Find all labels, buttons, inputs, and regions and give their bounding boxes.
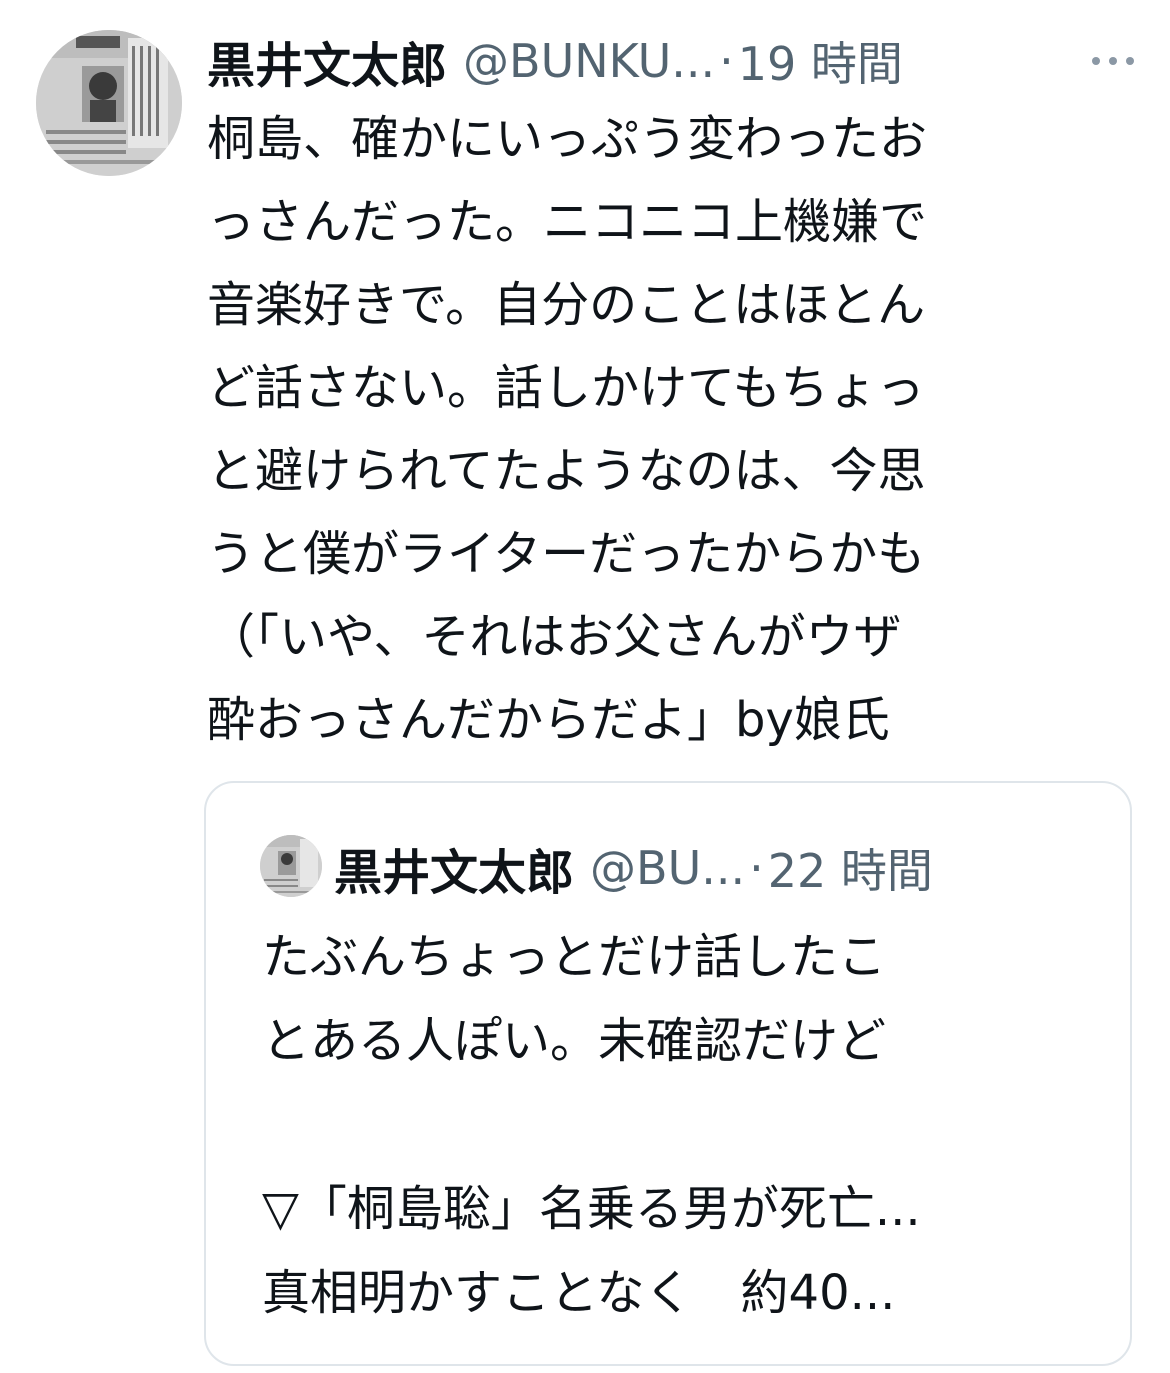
tweet-body: 桐島、確かにいっぷう変わったお っさんだった。ニコニコ上機嫌で 音楽好きで。自分… xyxy=(207,98,1097,762)
quoted-timestamp: 22 時間 xyxy=(767,844,933,898)
timestamp[interactable]: 19 時間 xyxy=(738,28,903,94)
tweet-line: うと僕がライターだったからかも xyxy=(207,526,926,582)
quoted-tweet-card[interactable]: 黒井文太郎 @BU... · 22 時間 たぶんちょっとだけ話したこ とある人ぽ… xyxy=(204,781,1132,1366)
dot xyxy=(1126,57,1134,65)
author-handle[interactable]: @BUNKU... xyxy=(463,34,715,88)
quoted-line: とある人ぽい。未確認だけど xyxy=(262,1013,887,1069)
quoted-tweet-header: 黒井文太郎 @BU... · 22 時間 xyxy=(334,835,933,901)
tweet-line: ど話さない。話しかけてもちょっ xyxy=(207,360,925,416)
separator-dot: · xyxy=(719,34,734,88)
author-avatar[interactable] xyxy=(36,30,182,176)
quoted-author-name: 黒井文太郎 xyxy=(334,845,575,901)
more-dots-icon[interactable] xyxy=(1092,46,1134,76)
tweet-line: （「いや、それはお父さんがウザ xyxy=(207,609,902,665)
quoted-line: 真相明かすことなく 約40... xyxy=(262,1265,896,1321)
avatar-image xyxy=(36,30,182,176)
dot xyxy=(1092,57,1100,65)
quoted-author-avatar xyxy=(260,835,322,897)
quoted-tweet-body: たぶんちょっとだけ話したこ とある人ぽい。未確認だけど ▽「桐島聡」名乗る男が死… xyxy=(262,915,1092,1335)
quoted-line: ▽「桐島聡」名乗る男が死亡... xyxy=(262,1181,921,1237)
author-name[interactable]: 黒井文太郎 xyxy=(207,26,447,96)
quoted-avatar-image xyxy=(260,835,322,897)
quoted-author-handle: @BU... xyxy=(590,841,746,895)
tweet-line: 音楽好きで。自分のことはほとん xyxy=(207,277,926,333)
tweet-line: と避けられてたようなのは、今思 xyxy=(207,443,926,499)
quoted-line: たぶんちょっとだけ話したこ xyxy=(262,929,887,985)
quoted-blank-line xyxy=(262,1083,1092,1167)
quoted-separator-dot: · xyxy=(749,841,764,895)
dot xyxy=(1109,57,1117,65)
tweet-line: っさんだった。ニコニコ上機嫌で xyxy=(207,194,928,250)
tweet-line: 酔おっさんだからだよ」by娘氏 xyxy=(207,692,890,748)
tweet-line: 桐島、確かにいっぷう変わったお xyxy=(207,111,928,167)
tweet-header: 黒井文太郎 @BUNKU... · 19 時間 xyxy=(207,28,1137,94)
